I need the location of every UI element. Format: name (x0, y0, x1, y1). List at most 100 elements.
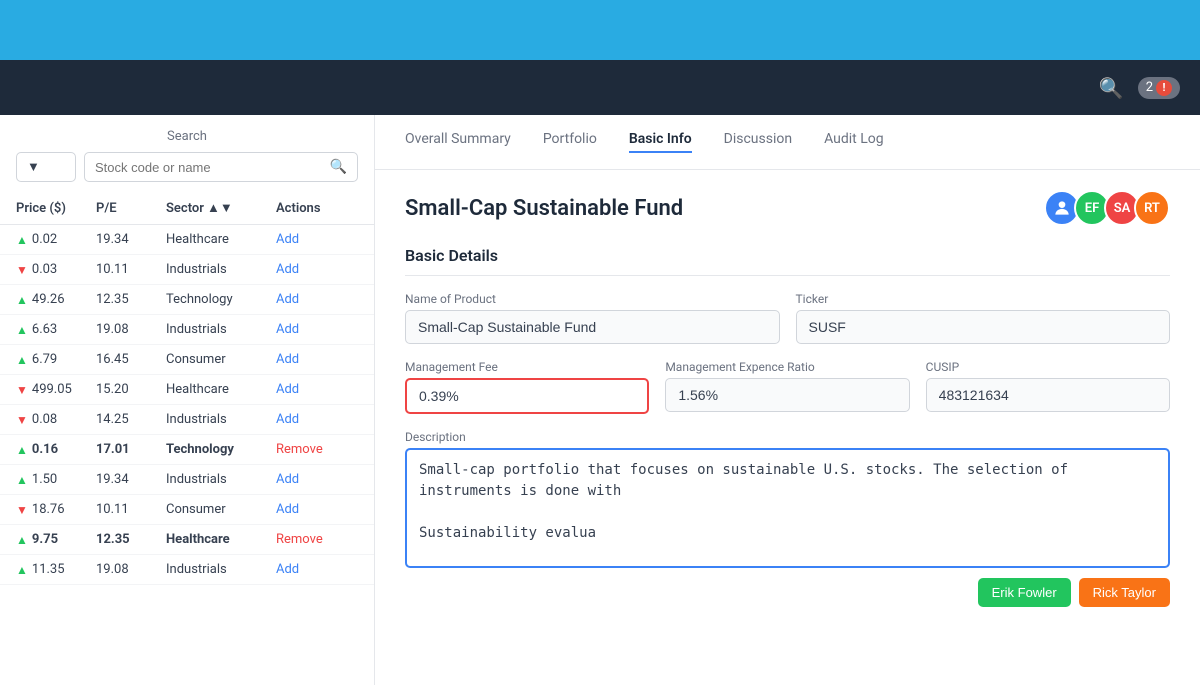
action-link[interactable]: Add (276, 382, 356, 397)
tab-discussion[interactable]: Discussion (724, 131, 792, 153)
action-link[interactable]: Add (276, 262, 356, 277)
price-cell: ▲ 49.26 (16, 292, 96, 307)
col-price: Price ($) (16, 200, 96, 216)
pe-cell: 19.08 (96, 562, 166, 577)
ticker-input[interactable] (796, 310, 1171, 344)
notification-alert-icon: ! (1156, 80, 1172, 96)
price-value: 1.50 (32, 472, 57, 487)
action-link[interactable]: Add (276, 232, 356, 247)
sector-cell: Industrials (166, 262, 276, 277)
management-expense-ratio-input[interactable] (665, 378, 909, 412)
action-link[interactable]: Add (276, 322, 356, 337)
top-bar (0, 0, 1200, 60)
dropdown-chevron-icon: ▼ (27, 159, 40, 175)
form-row-1: Name of Product Ticker (405, 292, 1170, 344)
cusip-input[interactable] (926, 378, 1170, 412)
price-value: 0.03 (32, 262, 57, 277)
name-of-product-input[interactable] (405, 310, 780, 344)
table-row: ▼ 18.76 10.11 Consumer Add (0, 495, 374, 525)
arrow-up-icon: ▲ (16, 293, 28, 307)
price-cell: ▲ 6.79 (16, 352, 96, 367)
search-section: Search ▼ 🔍 (0, 115, 374, 192)
price-value: 18.76 (32, 502, 65, 517)
action-link[interactable]: Remove (276, 532, 356, 547)
notification-count: 2 (1146, 80, 1153, 95)
search-input[interactable] (95, 160, 324, 175)
tab-overall-summary[interactable]: Overall Summary (405, 131, 511, 153)
erik-fowler-button[interactable]: Erik Fowler (978, 578, 1071, 607)
pe-cell: 19.08 (96, 322, 166, 337)
price-cell: ▼ 0.03 (16, 262, 96, 277)
sidebar: Search ▼ 🔍 Price ($) P/E Sector ▲▼ Actio… (0, 115, 375, 685)
management-fee-group: Management Fee (405, 360, 649, 414)
sector-cell: Consumer (166, 352, 276, 367)
description-textarea[interactable] (405, 448, 1170, 568)
ticker-label: Ticker (796, 292, 1171, 306)
price-cell: ▲ 0.02 (16, 232, 96, 247)
search-magnifier-icon: 🔍 (330, 159, 347, 175)
action-link[interactable]: Add (276, 412, 356, 427)
notification-badge[interactable]: 2 ! (1138, 77, 1180, 99)
search-icon[interactable]: 🔍 (1099, 76, 1124, 100)
price-cell: ▼ 18.76 (16, 502, 96, 517)
arrow-up-icon: ▲ (16, 533, 28, 547)
name-of-product-group: Name of Product (405, 292, 780, 344)
price-value: 9.75 (32, 532, 58, 547)
tab-basic-info[interactable]: Basic Info (629, 131, 692, 153)
sector-cell: Healthcare (166, 532, 276, 547)
rick-taylor-button[interactable]: Rick Taylor (1079, 578, 1170, 607)
table-body: ▲ 0.02 19.34 Healthcare Add ▼ 0.03 10.11… (0, 225, 374, 685)
management-expense-ratio-label: Management Expence Ratio (665, 360, 909, 374)
price-cell: ▼ 0.08 (16, 412, 96, 427)
action-link[interactable]: Add (276, 562, 356, 577)
table-row: ▼ 0.08 14.25 Industrials Add (0, 405, 374, 435)
tab-portfolio[interactable]: Portfolio (543, 131, 597, 153)
arrow-up-icon: ▲ (16, 323, 28, 337)
arrow-up-icon: ▲ (16, 563, 28, 577)
table-row: ▼ 0.03 10.11 Industrials Add (0, 255, 374, 285)
table-row: ▲ 0.16 17.01 Technology Remove (0, 435, 374, 465)
pe-cell: 19.34 (96, 232, 166, 247)
fund-header: Small-Cap Sustainable Fund EFSART (405, 190, 1170, 226)
description-label: Description (405, 430, 1170, 444)
action-link[interactable]: Add (276, 472, 356, 487)
management-fee-label: Management Fee (405, 360, 649, 374)
content-body: Small-Cap Sustainable Fund EFSART Basic … (375, 170, 1200, 685)
action-link[interactable]: Remove (276, 442, 356, 457)
pe-cell: 12.35 (96, 532, 166, 547)
col-actions: Actions (276, 200, 356, 216)
sector-cell: Industrials (166, 322, 276, 337)
avatar-3[interactable]: RT (1134, 190, 1170, 226)
form-row-2: Management Fee Management Expence Ratio … (405, 360, 1170, 414)
table-row: ▲ 1.50 19.34 Industrials Add (0, 465, 374, 495)
pe-cell: 16.45 (96, 352, 166, 367)
price-value: 499.05 (32, 382, 72, 397)
arrow-up-icon: ▲ (16, 473, 28, 487)
pe-cell: 19.34 (96, 472, 166, 487)
section-title: Basic Details (405, 246, 1170, 276)
sector-cell: Industrials (166, 472, 276, 487)
price-value: 0.08 (32, 412, 57, 427)
arrow-down-icon: ▼ (16, 503, 28, 517)
action-link[interactable]: Add (276, 502, 356, 517)
search-row: ▼ 🔍 (16, 152, 358, 182)
table-row: ▲ 9.75 12.35 Healthcare Remove (0, 525, 374, 555)
nav-bar: 🔍 2 ! (0, 60, 1200, 115)
pe-cell: 12.35 (96, 292, 166, 307)
bottom-row: Erik Fowler Rick Taylor (405, 578, 1170, 607)
price-cell: ▲ 11.35 (16, 562, 96, 577)
sector-cell: Industrials (166, 562, 276, 577)
table-row: ▲ 11.35 19.08 Industrials Add (0, 555, 374, 585)
sort-arrows-icon[interactable]: ▲▼ (207, 200, 233, 216)
sector-cell: Healthcare (166, 382, 276, 397)
action-link[interactable]: Add (276, 352, 356, 367)
search-dropdown[interactable]: ▼ (16, 152, 76, 182)
action-link[interactable]: Add (276, 292, 356, 307)
arrow-up-icon: ▲ (16, 443, 28, 457)
management-fee-input[interactable] (405, 378, 649, 414)
tab-audit-log[interactable]: Audit Log (824, 131, 884, 153)
price-value: 6.79 (32, 352, 57, 367)
pe-cell: 14.25 (96, 412, 166, 427)
col-pe: P/E (96, 200, 166, 216)
col-sector: Sector ▲▼ (166, 200, 276, 216)
